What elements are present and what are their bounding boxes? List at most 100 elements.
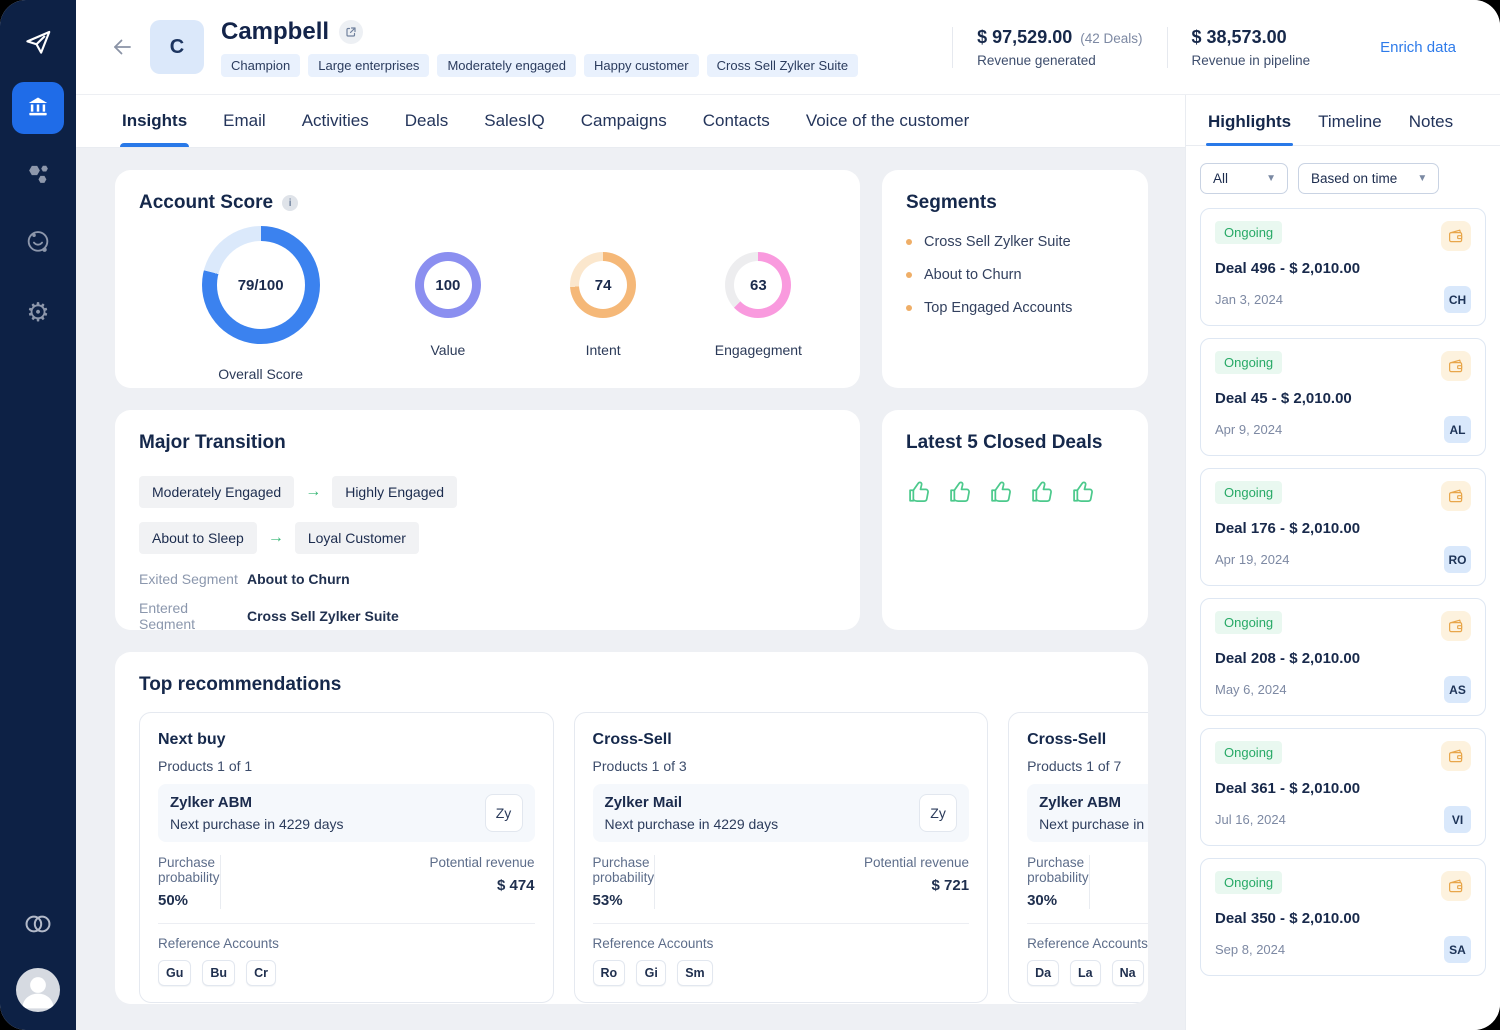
filter-dropdown[interactable]: All ▼ bbox=[1200, 163, 1288, 194]
gear-icon: ⚙ bbox=[26, 299, 49, 325]
deal-card[interactable]: Ongoing Deal 350 - $ 2,010.00 Sep 8, 202… bbox=[1200, 858, 1486, 976]
right-panel-tab[interactable]: Notes bbox=[1409, 112, 1453, 145]
wallet-icon bbox=[1441, 481, 1471, 511]
deal-title: Deal 496 - $ 2,010.00 bbox=[1215, 260, 1471, 277]
sidebar-item-settings[interactable]: ⚙ bbox=[12, 286, 64, 338]
module-tab[interactable]: Email bbox=[223, 95, 266, 147]
support-headset-icon bbox=[24, 228, 52, 261]
deal-owner-avatar: VI bbox=[1444, 806, 1471, 833]
deal-card[interactable]: Ongoing Deal 496 - $ 2,010.00 Jan 3, 202… bbox=[1200, 208, 1486, 326]
paper-plane-logo-icon bbox=[12, 16, 64, 68]
segment-item: Cross Sell Zylker Suite bbox=[906, 234, 1124, 250]
highlights-deal-list: Ongoing Deal 496 - $ 2,010.00 Jan 3, 202… bbox=[1186, 194, 1500, 976]
deal-date: Sep 8, 2024 bbox=[1215, 942, 1285, 957]
product-row: Zylker ABM Next purchase in 4229 days Zy bbox=[158, 784, 535, 842]
segment-item: About to Churn bbox=[906, 267, 1124, 283]
score-item: 100 Value bbox=[370, 226, 525, 382]
recommendation-card-cross-sell-1: Cross-Sell Products 1 of 3 Zylker Mail N… bbox=[574, 712, 989, 1003]
revenue-pipeline-stat: $ 38,573.00 Revenue in pipeline bbox=[1167, 27, 1335, 68]
segment-item: Top Engaged Accounts bbox=[906, 300, 1124, 316]
thumbs-row bbox=[906, 478, 1124, 511]
deal-title: Deal 361 - $ 2,010.00 bbox=[1215, 780, 1471, 797]
wallet-icon bbox=[1441, 871, 1471, 901]
sidebar-item-cohorts[interactable] bbox=[12, 150, 64, 202]
right-panel-tab[interactable]: Timeline bbox=[1318, 112, 1382, 145]
module-tab[interactable]: Voice of the customer bbox=[806, 95, 969, 147]
deal-title: Deal 45 - $ 2,010.00 bbox=[1215, 390, 1471, 407]
deal-owner-avatar: AS bbox=[1444, 676, 1471, 703]
module-tab[interactable]: Activities bbox=[302, 95, 369, 147]
open-in-new-icon[interactable] bbox=[339, 20, 363, 44]
transition-row: Moderately Engaged → Highly Engaged bbox=[139, 476, 457, 508]
right-panel-tabs: Highlights Timeline Notes bbox=[1186, 95, 1500, 146]
reference-account-chip[interactable]: Na bbox=[1112, 960, 1144, 986]
filter-dropdown[interactable]: Based on time ▼ bbox=[1298, 163, 1439, 194]
thumbs-up-icon bbox=[947, 478, 975, 511]
interlocked-rings-icon[interactable] bbox=[21, 911, 55, 942]
deal-card[interactable]: Ongoing Deal 176 - $ 2,010.00 Apr 19, 20… bbox=[1200, 468, 1486, 586]
recommendations-card: Top recommendations Next buy Products 1 … bbox=[115, 652, 1148, 1004]
deal-owner-avatar: RO bbox=[1444, 546, 1471, 573]
module-tab[interactable]: Contacts bbox=[703, 95, 770, 147]
reference-account-chip[interactable]: Ro bbox=[593, 960, 626, 986]
reference-account-chip[interactable]: Sm bbox=[677, 960, 712, 986]
info-icon[interactable]: i bbox=[282, 195, 298, 211]
enrich-data-link[interactable]: Enrich data bbox=[1380, 39, 1456, 56]
recommendation-card-next-buy: Next buy Products 1 of 1 Zylker ABM Next… bbox=[139, 712, 554, 1003]
deal-date: Jan 3, 2024 bbox=[1215, 292, 1283, 307]
exited-segment-row: Exited Segment About to Churn bbox=[139, 571, 836, 587]
major-transition-card: Major Transition Moderately Engaged → Hi… bbox=[115, 410, 860, 630]
deal-title: Deal 208 - $ 2,010.00 bbox=[1215, 650, 1471, 667]
wallet-icon bbox=[1441, 221, 1471, 251]
transition-row: About to Sleep → Loyal Customer bbox=[139, 522, 419, 554]
score-donut: 63 bbox=[725, 252, 791, 318]
tag-row: ChampionLarge enterprisesModerately enga… bbox=[221, 54, 858, 77]
sidebar-item-support[interactable] bbox=[12, 218, 64, 270]
reference-account-chip[interactable]: Bu bbox=[202, 960, 235, 986]
status-badge: Ongoing bbox=[1215, 611, 1282, 634]
deal-card[interactable]: Ongoing Deal 361 - $ 2,010.00 Jul 16, 20… bbox=[1200, 728, 1486, 846]
reference-account-chip[interactable]: Gu bbox=[158, 960, 191, 986]
transition-to-pill: Highly Engaged bbox=[332, 476, 457, 508]
thumbs-up-icon bbox=[906, 478, 934, 511]
sidebar-item-accounts[interactable] bbox=[12, 82, 64, 134]
revenue-generated-stat: $ 97,529.00 (42 Deals) Revenue generated bbox=[952, 27, 1166, 68]
recommendations-title: Top recommendations bbox=[139, 674, 341, 696]
deal-owner-avatar: CH bbox=[1444, 286, 1471, 313]
deal-title: Deal 350 - $ 2,010.00 bbox=[1215, 910, 1471, 927]
bullet-icon bbox=[906, 272, 912, 278]
wallet-icon bbox=[1441, 351, 1471, 381]
reference-account-chip[interactable]: La bbox=[1070, 960, 1101, 986]
status-badge: Ongoing bbox=[1215, 741, 1282, 764]
back-button[interactable] bbox=[106, 31, 138, 63]
module-tab[interactable]: Deals bbox=[405, 95, 448, 147]
bullet-icon bbox=[906, 239, 912, 245]
deal-owner-avatar: AL bbox=[1444, 416, 1471, 443]
account-tag: Happy customer bbox=[584, 54, 699, 77]
score-item: 63 Engagegment bbox=[681, 226, 836, 382]
page-title: Campbell bbox=[221, 18, 329, 46]
user-avatar[interactable] bbox=[16, 968, 60, 1012]
module-tab[interactable]: Insights bbox=[122, 95, 187, 147]
deal-owner-avatar: SA bbox=[1444, 936, 1471, 963]
deal-card[interactable]: Ongoing Deal 45 - $ 2,010.00 Apr 9, 2024… bbox=[1200, 338, 1486, 456]
deal-card[interactable]: Ongoing Deal 208 - $ 2,010.00 May 6, 202… bbox=[1200, 598, 1486, 716]
thumbs-up-icon bbox=[1070, 478, 1098, 511]
closed-deals-title: Latest 5 Closed Deals bbox=[906, 432, 1102, 454]
segments-title: Segments bbox=[906, 192, 997, 214]
deal-date: Jul 16, 2024 bbox=[1215, 812, 1286, 827]
reference-account-chip[interactable]: Cr bbox=[246, 960, 276, 986]
account-tag: Cross Sell Zylker Suite bbox=[707, 54, 858, 77]
reference-account-chip[interactable]: Da bbox=[1027, 960, 1059, 986]
revenue-pipeline-label: Revenue in pipeline bbox=[1192, 53, 1311, 68]
reference-account-chip[interactable]: Gi bbox=[636, 960, 666, 986]
transition-from-pill: Moderately Engaged bbox=[139, 476, 294, 508]
status-badge: Ongoing bbox=[1215, 221, 1282, 244]
module-tab[interactable]: SalesIQ bbox=[484, 95, 544, 147]
account-tag: Moderately engaged bbox=[437, 54, 576, 77]
right-panel: Highlights Timeline Notes All ▼ Based on t… bbox=[1185, 95, 1500, 1030]
status-badge: Ongoing bbox=[1215, 871, 1282, 894]
right-panel-tab[interactable]: Highlights bbox=[1208, 112, 1291, 145]
module-tab[interactable]: Campaigns bbox=[581, 95, 667, 147]
deal-date: Apr 9, 2024 bbox=[1215, 422, 1282, 437]
